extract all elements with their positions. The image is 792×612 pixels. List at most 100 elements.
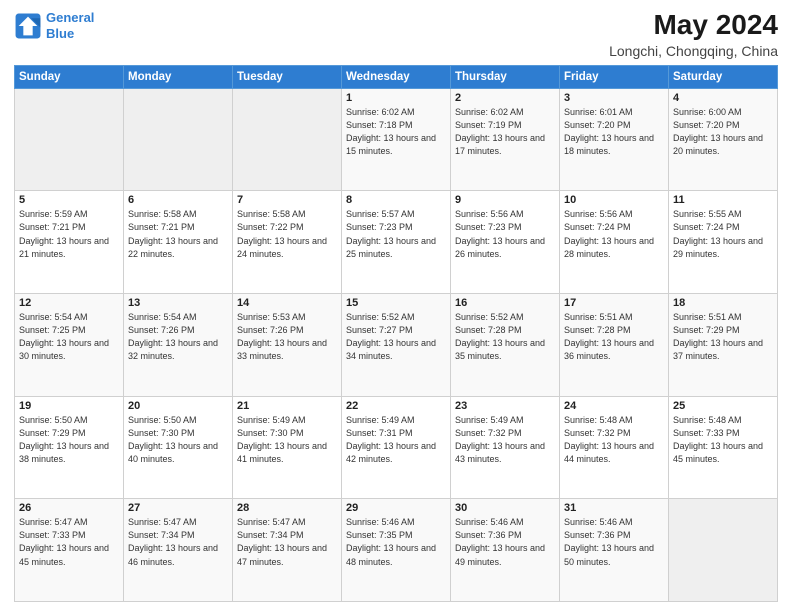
- day-number: 18: [673, 297, 773, 309]
- calendar-cell: [669, 499, 778, 602]
- day-info: Sunrise: 6:02 AM Sunset: 7:19 PM Dayligh…: [455, 106, 555, 158]
- day-number: 8: [346, 194, 446, 206]
- day-info: Sunrise: 5:48 AM Sunset: 7:33 PM Dayligh…: [673, 414, 773, 466]
- day-header-sunday: Sunday: [15, 65, 124, 88]
- calendar-cell: 28 Sunrise: 5:47 AM Sunset: 7:34 PM Dayli…: [233, 499, 342, 602]
- day-number: 10: [564, 194, 664, 206]
- day-info: Sunrise: 5:48 AM Sunset: 7:32 PM Dayligh…: [564, 414, 664, 466]
- day-number: 23: [455, 400, 555, 412]
- day-number: 28: [237, 502, 337, 514]
- day-info: Sunrise: 5:52 AM Sunset: 7:27 PM Dayligh…: [346, 311, 446, 363]
- day-number: 21: [237, 400, 337, 412]
- main-title: May 2024: [609, 10, 778, 41]
- calendar-cell: 16 Sunrise: 5:52 AM Sunset: 7:28 PM Dayli…: [451, 294, 560, 397]
- day-header-saturday: Saturday: [669, 65, 778, 88]
- day-header-friday: Friday: [560, 65, 669, 88]
- day-info: Sunrise: 5:49 AM Sunset: 7:32 PM Dayligh…: [455, 414, 555, 466]
- day-number: 9: [455, 194, 555, 206]
- day-info: Sunrise: 5:49 AM Sunset: 7:30 PM Dayligh…: [237, 414, 337, 466]
- day-number: 1: [346, 92, 446, 104]
- calendar-week-3: 12Sunrise: 5:54 AM Sunset: 7:25 PM Dayli…: [15, 294, 778, 397]
- day-number: 20: [128, 400, 228, 412]
- calendar-cell: 9Sunrise: 5:56 AM Sunset: 7:23 PM Daylig…: [451, 191, 560, 294]
- day-info: Sunrise: 5:54 AM Sunset: 7:25 PM Dayligh…: [19, 311, 119, 363]
- day-info: Sunrise: 6:01 AM Sunset: 7:20 PM Dayligh…: [564, 106, 664, 158]
- calendar-cell: 21 Sunrise: 5:49 AM Sunset: 7:30 PM Dayli…: [233, 396, 342, 499]
- logo-line1: General: [46, 10, 94, 25]
- header: General Blue May 2024 Longchi, Chongqing…: [14, 10, 778, 59]
- day-info: Sunrise: 5:46 AM Sunset: 7:36 PM Dayligh…: [455, 516, 555, 568]
- page: General Blue May 2024 Longchi, Chongqing…: [0, 0, 792, 612]
- calendar-cell: 25 Sunrise: 5:48 AM Sunset: 7:33 PM Dayli…: [669, 396, 778, 499]
- calendar-cell: 13Sunrise: 5:54 AM Sunset: 7:26 PM Dayli…: [124, 294, 233, 397]
- calendar-cell: 2 Sunrise: 6:02 AM Sunset: 7:19 PM Daylig…: [451, 88, 560, 191]
- day-number: 11: [673, 194, 773, 206]
- subtitle: Longchi, Chongqing, China: [609, 43, 778, 59]
- logo-icon: [14, 12, 42, 40]
- day-info: Sunrise: 5:56 AM Sunset: 7:24 PM Dayligh…: [564, 208, 664, 260]
- calendar-week-5: 26Sunrise: 5:47 AM Sunset: 7:33 PM Dayli…: [15, 499, 778, 602]
- day-number: 15: [346, 297, 446, 309]
- calendar-cell: 4Sunrise: 6:00 AM Sunset: 7:20 PM Daylig…: [669, 88, 778, 191]
- calendar-cell: 18Sunrise: 5:51 AM Sunset: 7:29 PM Dayli…: [669, 294, 778, 397]
- calendar-cell: 15 Sunrise: 5:52 AM Sunset: 7:27 PM Dayli…: [342, 294, 451, 397]
- day-number: 5: [19, 194, 119, 206]
- title-area: May 2024 Longchi, Chongqing, China: [609, 10, 778, 59]
- calendar-week-1: 1 Sunrise: 6:02 AM Sunset: 7:18 PM Daylig…: [15, 88, 778, 191]
- day-header-tuesday: Tuesday: [233, 65, 342, 88]
- day-header-wednesday: Wednesday: [342, 65, 451, 88]
- logo-text: General Blue: [46, 10, 94, 41]
- day-number: 2: [455, 92, 555, 104]
- calendar-cell: 31Sunrise: 5:46 AM Sunset: 7:36 PM Dayli…: [560, 499, 669, 602]
- day-info: Sunrise: 5:58 AM Sunset: 7:21 PM Dayligh…: [128, 208, 228, 260]
- day-info: Sunrise: 5:47 AM Sunset: 7:34 PM Dayligh…: [237, 516, 337, 568]
- calendar-cell: 6 Sunrise: 5:58 AM Sunset: 7:21 PM Daylig…: [124, 191, 233, 294]
- calendar-cell: 7 Sunrise: 5:58 AM Sunset: 7:22 PM Daylig…: [233, 191, 342, 294]
- calendar-table: SundayMondayTuesdayWednesdayThursdayFrid…: [14, 65, 778, 602]
- day-info: Sunrise: 5:47 AM Sunset: 7:33 PM Dayligh…: [19, 516, 119, 568]
- day-number: 22: [346, 400, 446, 412]
- calendar-cell: 1 Sunrise: 6:02 AM Sunset: 7:18 PM Daylig…: [342, 88, 451, 191]
- calendar-cell: 22 Sunrise: 5:49 AM Sunset: 7:31 PM Dayli…: [342, 396, 451, 499]
- calendar-cell: 10 Sunrise: 5:56 AM Sunset: 7:24 PM Dayli…: [560, 191, 669, 294]
- day-number: 14: [237, 297, 337, 309]
- calendar-cell: 24 Sunrise: 5:48 AM Sunset: 7:32 PM Dayli…: [560, 396, 669, 499]
- calendar-cell: 17 Sunrise: 5:51 AM Sunset: 7:28 PM Dayli…: [560, 294, 669, 397]
- day-number: 24: [564, 400, 664, 412]
- calendar-cell: 5 Sunrise: 5:59 AM Sunset: 7:21 PM Daylig…: [15, 191, 124, 294]
- day-number: 7: [237, 194, 337, 206]
- calendar-cell: 14 Sunrise: 5:53 AM Sunset: 7:26 PM Dayli…: [233, 294, 342, 397]
- day-info: Sunrise: 5:51 AM Sunset: 7:28 PM Dayligh…: [564, 311, 664, 363]
- day-info: Sunrise: 5:50 AM Sunset: 7:30 PM Dayligh…: [128, 414, 228, 466]
- day-info: Sunrise: 5:49 AM Sunset: 7:31 PM Dayligh…: [346, 414, 446, 466]
- day-number: 29: [346, 502, 446, 514]
- day-header-thursday: Thursday: [451, 65, 560, 88]
- day-info: Sunrise: 5:52 AM Sunset: 7:28 PM Dayligh…: [455, 311, 555, 363]
- calendar-cell: 26Sunrise: 5:47 AM Sunset: 7:33 PM Dayli…: [15, 499, 124, 602]
- calendar-cell: 11Sunrise: 5:55 AM Sunset: 7:24 PM Dayli…: [669, 191, 778, 294]
- day-info: Sunrise: 5:53 AM Sunset: 7:26 PM Dayligh…: [237, 311, 337, 363]
- calendar-cell: 30 Sunrise: 5:46 AM Sunset: 7:36 PM Dayli…: [451, 499, 560, 602]
- day-number: 17: [564, 297, 664, 309]
- logo: General Blue: [14, 10, 94, 41]
- day-number: 30: [455, 502, 555, 514]
- calendar-cell: 8Sunrise: 5:57 AM Sunset: 7:23 PM Daylig…: [342, 191, 451, 294]
- day-info: Sunrise: 5:58 AM Sunset: 7:22 PM Dayligh…: [237, 208, 337, 260]
- day-number: 6: [128, 194, 228, 206]
- day-number: 25: [673, 400, 773, 412]
- calendar-cell: 19Sunrise: 5:50 AM Sunset: 7:29 PM Dayli…: [15, 396, 124, 499]
- calendar-cell: 23 Sunrise: 5:49 AM Sunset: 7:32 PM Dayli…: [451, 396, 560, 499]
- day-info: Sunrise: 5:47 AM Sunset: 7:34 PM Dayligh…: [128, 516, 228, 568]
- calendar-week-4: 19Sunrise: 5:50 AM Sunset: 7:29 PM Dayli…: [15, 396, 778, 499]
- day-number: 3: [564, 92, 664, 104]
- day-info: Sunrise: 5:59 AM Sunset: 7:21 PM Dayligh…: [19, 208, 119, 260]
- day-info: Sunrise: 5:46 AM Sunset: 7:35 PM Dayligh…: [346, 516, 446, 568]
- day-number: 16: [455, 297, 555, 309]
- calendar-cell: 27 Sunrise: 5:47 AM Sunset: 7:34 PM Dayli…: [124, 499, 233, 602]
- calendar-cell: [124, 88, 233, 191]
- day-number: 31: [564, 502, 664, 514]
- day-header-monday: Monday: [124, 65, 233, 88]
- day-number: 27: [128, 502, 228, 514]
- calendar-week-2: 5 Sunrise: 5:59 AM Sunset: 7:21 PM Daylig…: [15, 191, 778, 294]
- day-info: Sunrise: 6:02 AM Sunset: 7:18 PM Dayligh…: [346, 106, 446, 158]
